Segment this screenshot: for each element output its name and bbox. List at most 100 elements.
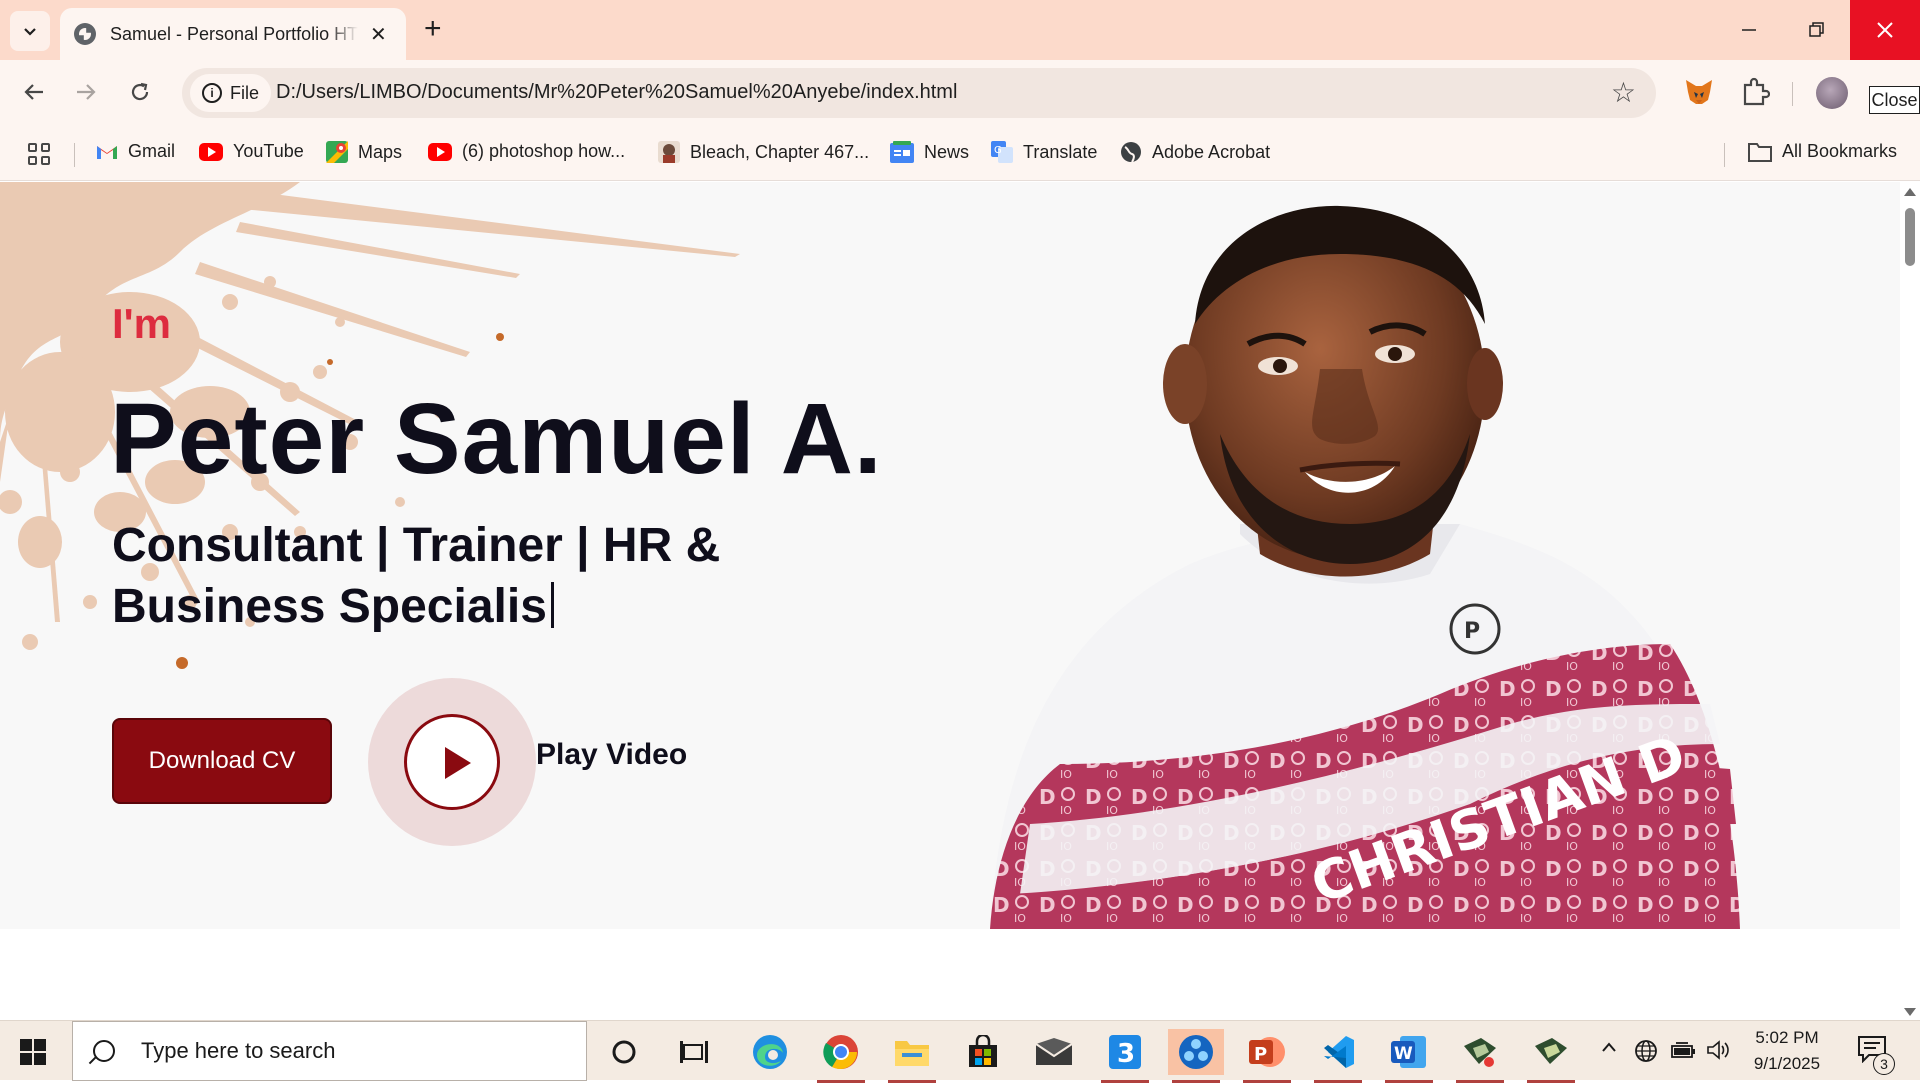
hero-role: Consultant | Trainer | HR & Business Spe… (112, 515, 792, 637)
all-bookmarks-label: All Bookmarks (1782, 141, 1898, 161)
app-game-2-icon[interactable] (1523, 1029, 1579, 1083)
powerpoint-icon[interactable]: P (1239, 1029, 1295, 1083)
svg-text:P: P (1464, 619, 1480, 644)
site-info-chip[interactable]: i File (190, 74, 272, 112)
cortana-icon[interactable] (596, 1029, 652, 1075)
microsoft-store-icon[interactable] (955, 1029, 1011, 1075)
reload-button[interactable] (120, 72, 160, 112)
davinci-resolve-icon[interactable] (1168, 1029, 1224, 1083)
close-tooltip: Close (1869, 86, 1920, 114)
restore-button[interactable] (1782, 0, 1852, 60)
restore-icon (1809, 22, 1824, 37)
tab-search-button[interactable] (10, 11, 50, 51)
bookmark-label: Adobe Acrobat (1152, 141, 1271, 162)
apps-grid-icon[interactable] (28, 143, 50, 165)
bookmark-gmail[interactable]: Gmail (96, 141, 175, 162)
svg-text:G: G (994, 145, 1002, 156)
word-icon[interactable]: W (1381, 1029, 1437, 1083)
page-viewport: I'm Peter Samuel A. Consultant | Trainer… (0, 182, 1900, 1022)
search-icon (93, 1040, 115, 1062)
download-cv-button[interactable]: Download CV (112, 718, 332, 804)
bookmark-label: News (924, 141, 970, 162)
bookmark-translate[interactable]: G Translate (991, 141, 1097, 163)
bookmark-divider (1724, 143, 1725, 167)
edge-browser-icon[interactable] (742, 1029, 798, 1075)
app-game-1-icon[interactable] (1452, 1029, 1508, 1083)
translate-icon: G (991, 141, 1013, 163)
news-icon (890, 141, 914, 163)
browser-tab[interactable]: Samuel - Personal Portfolio HTML ✕ (60, 8, 406, 60)
youtube-icon (199, 142, 223, 161)
battery-icon[interactable] (1670, 1039, 1696, 1067)
back-button[interactable] (14, 72, 54, 112)
scrollbar-thumb[interactable] (1905, 208, 1915, 266)
volume-icon[interactable] (1706, 1039, 1732, 1067)
info-icon: i (202, 83, 222, 103)
manga-icon (658, 141, 680, 163)
browser-toolbar: i File D:/Users/LIMBO/Documents/Mr%20Pet… (0, 60, 1920, 129)
toolbar-divider (1792, 82, 1793, 106)
show-hidden-icons-chevron-icon[interactable] (1600, 1039, 1618, 1063)
play-video-button[interactable] (368, 678, 536, 846)
play-video-label[interactable]: Play Video (536, 738, 687, 772)
profile-photo: D IO CHRISTIAN D P (990, 205, 1740, 929)
folder-icon (1748, 142, 1772, 162)
site-info-label: File (230, 82, 260, 103)
chevron-down-icon (24, 28, 36, 36)
tab-title: Samuel - Personal Portfolio HTML (110, 23, 358, 44)
intro-text: I'm (112, 300, 172, 347)
bookmark-news[interactable]: News (890, 141, 969, 163)
svg-text:W: W (1394, 1044, 1413, 1064)
taskbar-search-box[interactable]: Type here to search (72, 1021, 587, 1081)
task-view-icon[interactable] (666, 1029, 722, 1075)
youtube-icon (428, 142, 452, 161)
clock-date: 9/1/2025 (1753, 1054, 1821, 1073)
globe-icon (1121, 142, 1141, 163)
network-globe-icon[interactable] (1634, 1039, 1658, 1069)
bookmark-label: YouTube (233, 141, 304, 161)
all-bookmarks-button[interactable]: All Bookmarks (1748, 141, 1897, 162)
address-bar[interactable]: i File D:/Users/LIMBO/Documents/Mr%20Pet… (182, 68, 1656, 118)
bookmark-label: Bleach, Chapter 467... (690, 141, 870, 162)
taskbar-clock[interactable]: 5:02 PM 9/1/2025 (1742, 1025, 1832, 1077)
bookmark-label: Maps (358, 141, 403, 162)
forward-button[interactable] (66, 72, 106, 112)
bookmark-label: Gmail (128, 141, 176, 161)
bookmark-label: (6) photoshop how... (462, 141, 626, 161)
extensions-puzzle-icon[interactable] (1740, 76, 1770, 108)
play-icon (404, 714, 500, 810)
bookmark-adobe-acrobat[interactable]: Adobe Acrobat (1120, 141, 1270, 163)
typed-role-text: Consultant | Trainer | HR & Business Spe… (112, 519, 721, 633)
bookmark-bleach[interactable]: Bleach, Chapter 467... (658, 141, 869, 163)
file-explorer-icon[interactable] (884, 1029, 940, 1083)
svg-text:3: 3 (1117, 1039, 1135, 1069)
bookmark-youtube[interactable]: YouTube (199, 141, 304, 162)
close-icon (1877, 22, 1893, 38)
vscode-icon[interactable] (1310, 1029, 1366, 1083)
windows-start-icon[interactable] (20, 1039, 46, 1065)
window-close-button[interactable] (1850, 0, 1920, 60)
chrome-browser-icon[interactable] (813, 1029, 869, 1083)
minimize-button[interactable] (1714, 0, 1784, 60)
bookmarks-bar: Gmail YouTube Maps (6) photoshop how... … (0, 129, 1920, 181)
bookmark-label: Translate (1023, 141, 1098, 162)
app-3-icon[interactable]: 3 (1097, 1029, 1153, 1083)
taskbar-search-placeholder: Type here to search (141, 1038, 336, 1063)
arrow-right-icon (77, 84, 96, 100)
scroll-down-arrow-icon[interactable] (1904, 1008, 1916, 1016)
mail-icon[interactable] (1026, 1029, 1082, 1075)
globe-icon (74, 23, 96, 45)
scroll-up-arrow-icon[interactable] (1904, 188, 1916, 196)
bookmark-star-icon[interactable]: ☆ (1611, 76, 1636, 109)
minimize-icon (1742, 29, 1756, 31)
profile-avatar[interactable] (1816, 77, 1848, 109)
bookmark-maps[interactable]: Maps (326, 141, 402, 163)
page-scrollbar[interactable] (1900, 182, 1920, 1022)
metamask-fox-icon[interactable] (1684, 78, 1714, 106)
bookmark-photoshop-video[interactable]: (6) photoshop how... (428, 141, 625, 162)
typing-cursor (550, 582, 554, 628)
new-tab-button[interactable]: + (424, 12, 442, 46)
windows-taskbar: Type here to search 3 P W 5:02 PM 9/1/20… (0, 1020, 1920, 1083)
url-text[interactable]: D:/Users/LIMBO/Documents/Mr%20Peter%20Sa… (276, 81, 957, 104)
tab-close-icon[interactable]: ✕ (370, 22, 387, 47)
